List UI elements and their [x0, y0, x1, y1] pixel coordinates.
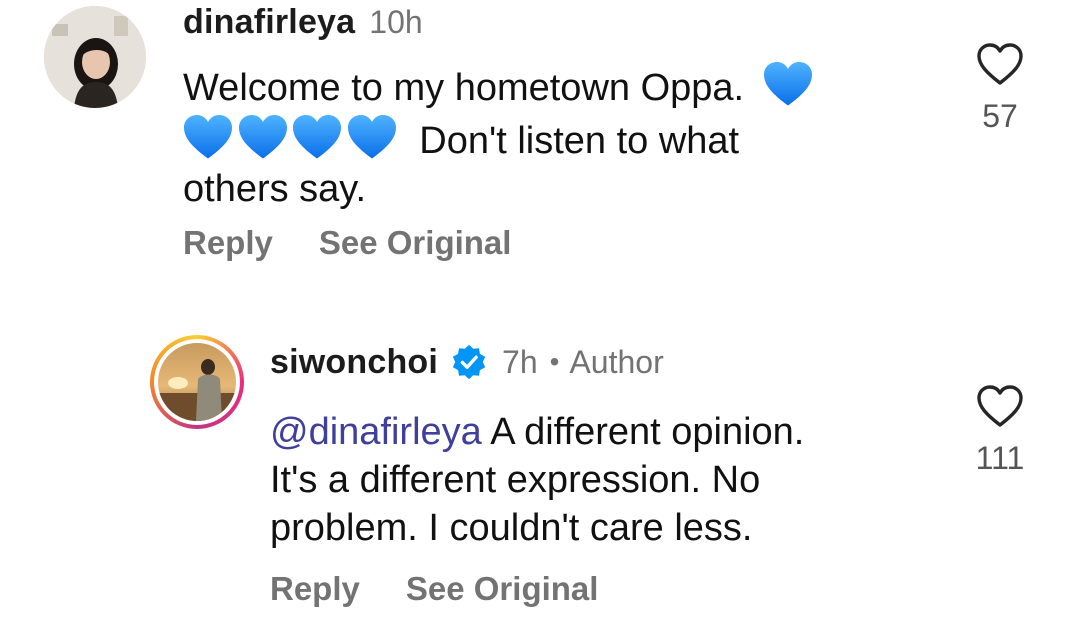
comment-text-line: Don't listen to what [419, 120, 740, 162]
comment-item: dinafirleya 10h Welcome to my hometown O… [0, 0, 1079, 290]
reply-button[interactable]: Reply [183, 224, 273, 262]
username[interactable]: siwonchoi [270, 343, 438, 382]
comment-line: problem. I couldn't care less. [270, 507, 753, 549]
see-original-button[interactable]: See Original [319, 224, 512, 262]
reply-button[interactable]: Reply [270, 570, 360, 608]
blue-heart-emoji-icon [292, 114, 342, 160]
avatar-photo [158, 343, 236, 421]
comment-text: Welcome to my hometown Oppa. Don't liste… [183, 61, 923, 213]
comment-line: Welcome to my hometown Oppa. [183, 61, 923, 112]
blue-heart-emoji-icon [183, 114, 233, 160]
verified-badge-icon [452, 344, 486, 380]
comment-line: It's a different expression. No [270, 459, 761, 501]
comment-line: others say. [183, 168, 367, 210]
reply-comment-item: siwonchoi 7h • Author @dinafirleya A dif… [0, 320, 1079, 639]
like-count: 111 [975, 440, 1025, 476]
mention-link[interactable]: @dinafirleya [270, 411, 482, 453]
blue-heart-emoji-icon [763, 61, 813, 107]
comment-text: @dinafirleya A different opinion. It's a… [270, 408, 950, 552]
heart-outline-icon[interactable] [976, 384, 1024, 428]
blue-heart-emoji-icon [347, 114, 397, 160]
avatar[interactable] [150, 335, 244, 429]
comment-actions: Reply See Original [270, 570, 598, 608]
comment-header: dinafirleya 10h [183, 2, 423, 42]
heart-outline-icon[interactable] [976, 42, 1024, 86]
like-count: 57 [982, 98, 1018, 134]
see-original-button[interactable]: See Original [406, 570, 599, 608]
comment-text-line: A different opinion. [481, 411, 805, 453]
comment-actions: Reply See Original [183, 224, 511, 262]
comment-line: Don't listen to what [183, 114, 923, 165]
like-column: 111 [960, 384, 1040, 477]
username[interactable]: dinafirleya [183, 3, 355, 42]
avatar[interactable] [44, 6, 146, 108]
like-column: 57 [960, 42, 1040, 135]
comment-line: @dinafirleya A different opinion. [270, 408, 950, 456]
avatar-photo [44, 6, 146, 108]
timestamp: 7h [502, 343, 538, 380]
comment-header: siwonchoi 7h • Author [270, 340, 664, 384]
timestamp: 10h [369, 3, 423, 40]
blue-heart-emoji-icon [238, 114, 288, 160]
author-label: Author [569, 343, 664, 380]
comment-text-line: Welcome to my hometown Oppa. [183, 67, 745, 109]
separator-dot: • [549, 346, 560, 377]
